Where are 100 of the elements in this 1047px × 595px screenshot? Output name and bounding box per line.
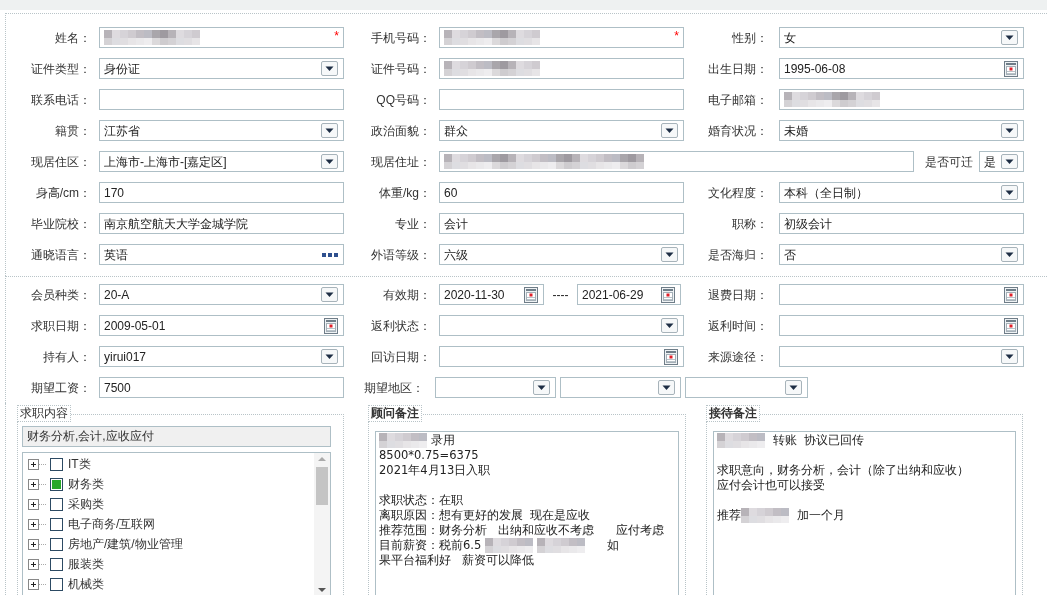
tree-item-label[interactable]: 服装类 [68, 555, 104, 573]
checkbox[interactable] [50, 557, 63, 571]
blurred-text [717, 433, 765, 448]
group-title: 顾问备注 [368, 405, 422, 422]
text-field[interactable] [779, 89, 1024, 110]
lookup-field[interactable]: 英语 [99, 244, 344, 265]
dropdown[interactable]: 六级 [439, 244, 684, 265]
required-mark: * [674, 28, 679, 45]
field-label: 是否海归： [707, 246, 768, 264]
calendar-icon[interactable] [324, 317, 338, 334]
date-field[interactable] [779, 284, 1024, 305]
tree-item-label[interactable]: 采购类 [68, 495, 104, 513]
dropdown[interactable]: 女 [779, 27, 1024, 48]
field-label: 会员种类： [30, 286, 91, 304]
field-label: 手机号码： [370, 29, 431, 47]
text-field[interactable]: 7500 [99, 377, 344, 398]
expand-icon[interactable] [28, 518, 46, 530]
field-label: 持有人： [42, 348, 91, 366]
text-field[interactable] [99, 89, 344, 110]
field-label: 求职日期： [30, 317, 91, 335]
text-field[interactable]: 财务分析,会计,应收应付 [22, 426, 331, 447]
text-field[interactable]: 会计 [439, 213, 684, 234]
checkbox[interactable] [50, 537, 63, 551]
dropdown[interactable]: 江苏省 [99, 120, 344, 141]
date-field[interactable]: 1995-06-08 [779, 58, 1024, 79]
dropdown[interactable]: 上海市-上海市-[嘉定区] [99, 151, 344, 172]
dropdown[interactable]: 本科（全日制） [779, 182, 1024, 203]
expand-icon[interactable] [28, 498, 46, 510]
text-field[interactable] [439, 58, 684, 79]
checkbox[interactable] [50, 477, 63, 491]
calendar-icon[interactable] [1004, 317, 1018, 334]
expand-icon[interactable] [28, 538, 46, 550]
checkbox[interactable] [50, 577, 63, 591]
dropdown[interactable]: 身份证 [99, 58, 344, 79]
field-label: 现居住址： [370, 153, 431, 171]
text-area[interactable]: 录用 8500*0.75=6375 2021年4月13日入职 求职状态：在职 离职原因：想有更好的发展 现在是应收 推荐范围：财务分析 出纳和应收不考虑 应付考虑 目前薪资：税前6.5 如 果平台福利好 薪资可以降低 [375, 431, 679, 595]
group-title: 求职内容 [17, 405, 71, 422]
field-label: 专业： [394, 215, 431, 233]
dropdown[interactable]: 否 [779, 244, 1024, 265]
tree-item-label[interactable]: 机械类 [68, 575, 104, 593]
field-label: 期望工资： [30, 379, 91, 397]
tree-item-label[interactable]: IT类 [68, 455, 91, 473]
expand-icon[interactable] [28, 458, 46, 470]
note-text: 推荐范围：财务分析 出纳和应收不考虑 应付考虑 [379, 523, 664, 538]
tree-item-label[interactable]: 财务类 [68, 475, 104, 493]
dropdown[interactable]: 20-A [99, 284, 344, 305]
field-label: 期望地区： [363, 379, 424, 397]
field-label: QQ号码： [375, 91, 431, 109]
date-field[interactable]: 2020-11-30 [439, 284, 544, 305]
date-field[interactable] [439, 346, 684, 367]
text-field[interactable]: 170 [99, 182, 344, 203]
calendar-icon[interactable] [1004, 60, 1018, 77]
field-label: 外语等级： [370, 246, 431, 264]
text-field[interactable] [439, 151, 914, 172]
calendar-icon[interactable] [1004, 286, 1018, 303]
field-label: 毕业院校： [30, 215, 91, 233]
field-label: 婚育状况： [707, 122, 768, 140]
calendar-icon[interactable] [664, 348, 678, 365]
tree-item-label[interactable]: 电子商务/互联网 [68, 515, 156, 533]
field-label: 姓名： [54, 29, 91, 47]
note-text: 求职意向，财务分析，会计（除了出纳和应收） [717, 463, 969, 478]
field-label: 有效期： [382, 286, 431, 304]
date-field[interactable] [779, 315, 1024, 336]
note-text: 加一个月 [795, 508, 845, 523]
scrollbar-thumb[interactable] [316, 467, 328, 505]
expand-icon[interactable] [28, 578, 46, 590]
checkbox[interactable] [50, 517, 63, 531]
text-field[interactable] [439, 89, 684, 110]
field-label: 返利状态： [370, 317, 431, 335]
field-label: 出生日期： [707, 60, 768, 78]
dropdown[interactable]: yirui017 [99, 346, 344, 367]
text-field[interactable]: * [439, 27, 684, 48]
field-label: 电子邮箱： [707, 91, 768, 109]
scrollbar[interactable] [314, 453, 330, 595]
text-field[interactable]: 南京航空航天大学金城学院 [99, 213, 344, 234]
expand-icon[interactable] [28, 558, 46, 570]
field-label: 回访日期： [370, 348, 431, 366]
blurred-text [741, 508, 789, 523]
field-label: 籍贯： [54, 122, 91, 140]
text-field[interactable]: * [99, 27, 344, 48]
dropdown[interactable]: 是 [979, 151, 1024, 172]
tree-item-label[interactable]: 房地产/建筑/物业管理 [68, 535, 183, 553]
note-text: 离职原因：想有更好的发展 现在是应收 [379, 508, 591, 523]
expand-icon[interactable] [28, 478, 46, 490]
calendar-icon[interactable] [524, 286, 538, 303]
dropdown[interactable]: 未婚 [779, 120, 1024, 141]
dropdown[interactable]: 群众 [439, 120, 684, 141]
checkbox[interactable] [50, 457, 63, 471]
checkbox[interactable] [50, 497, 63, 511]
required-mark: * [334, 28, 339, 45]
text-field[interactable]: 60 [439, 182, 684, 203]
field-label: 证件类型： [30, 60, 91, 78]
text-area[interactable]: 转账 协议已回传 求职意向，财务分析，会计（除了出纳和应收） 应付会计也可以接受 推荐 加一个月 [713, 431, 1016, 595]
more-dots-icon[interactable] [322, 252, 338, 257]
date-field[interactable]: 2021-06-29 [577, 284, 681, 305]
text-field[interactable]: 初级会计 [779, 213, 1024, 234]
range-separator: ---- [551, 286, 570, 304]
field-label: 证件号码： [370, 60, 431, 78]
calendar-icon[interactable] [661, 286, 675, 303]
date-field[interactable]: 2009-05-01 [99, 315, 344, 336]
